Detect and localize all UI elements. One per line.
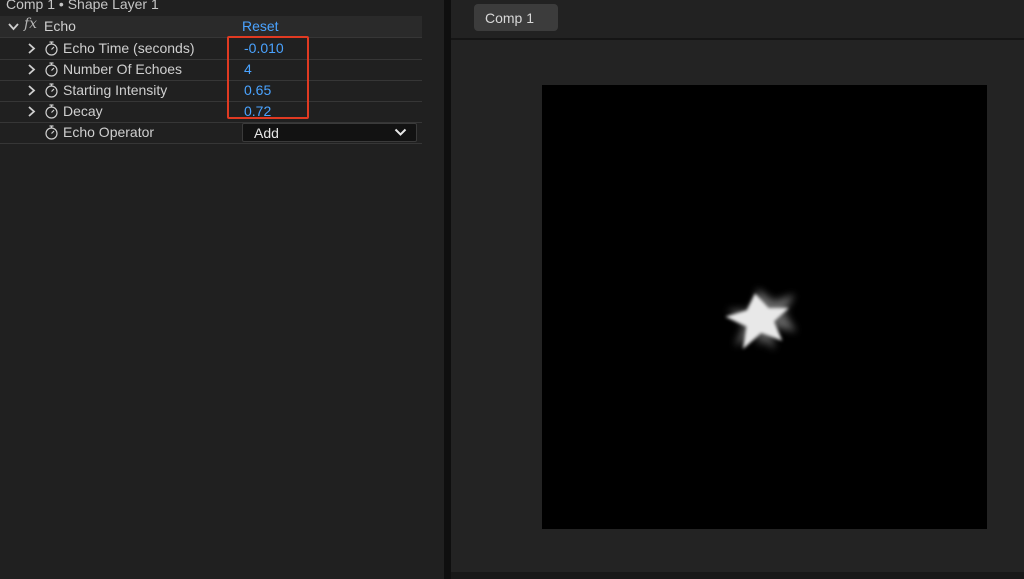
chevron-down-icon[interactable] — [8, 22, 19, 31]
property-row: Starting Intensity 0.65 — [0, 80, 422, 102]
property-row: Decay 0.72 — [0, 101, 422, 123]
chevron-right-icon[interactable] — [27, 43, 36, 54]
effect-header-row[interactable]: fx Echo Reset — [0, 16, 422, 38]
property-label: Echo Operator — [63, 124, 155, 140]
viewer-tab-strip: Comp 1 — [451, 0, 1024, 40]
star-shape-preview — [725, 288, 797, 350]
dropdown-selected-value: Add — [254, 125, 279, 141]
tab-label: Comp 1 — [485, 10, 535, 26]
property-row: Number Of Echoes 4 — [0, 59, 422, 81]
chevron-right-icon[interactable] — [27, 85, 36, 96]
composition-canvas[interactable] — [542, 85, 987, 529]
stopwatch-icon[interactable] — [44, 83, 59, 98]
highlight-annotation-box — [227, 36, 309, 119]
property-label: Starting Intensity — [63, 82, 168, 98]
property-label: Echo Time (seconds) — [63, 40, 195, 56]
chevron-down-icon — [394, 128, 407, 136]
stopwatch-icon[interactable] — [44, 62, 59, 77]
composition-viewer: Comp 1 — [451, 0, 1024, 579]
fx-icon[interactable]: fx — [24, 16, 37, 32]
viewer-bottom-bar — [451, 572, 1024, 579]
stopwatch-icon[interactable] — [44, 125, 59, 140]
stopwatch-icon[interactable] — [44, 41, 59, 56]
stopwatch-icon[interactable] — [44, 104, 59, 119]
effect-controls-panel: Comp 1 • Shape Layer 1 fx Echo Reset Ech… — [0, 0, 444, 579]
echo-operator-dropdown[interactable]: Add — [242, 123, 417, 142]
chevron-right-icon[interactable] — [27, 64, 36, 75]
property-label: Number Of Echoes — [63, 61, 183, 77]
property-row: Echo Time (seconds) -0.010 — [0, 38, 422, 60]
tab-comp-1[interactable]: Comp 1 — [474, 4, 558, 31]
panel-divider[interactable] — [444, 0, 451, 579]
reset-button[interactable]: Reset — [242, 18, 279, 34]
panel-title: Comp 1 • Shape Layer 1 — [6, 0, 159, 12]
chevron-right-icon[interactable] — [27, 106, 36, 117]
property-label: Decay — [63, 103, 103, 119]
effect-name: Echo — [44, 18, 76, 34]
